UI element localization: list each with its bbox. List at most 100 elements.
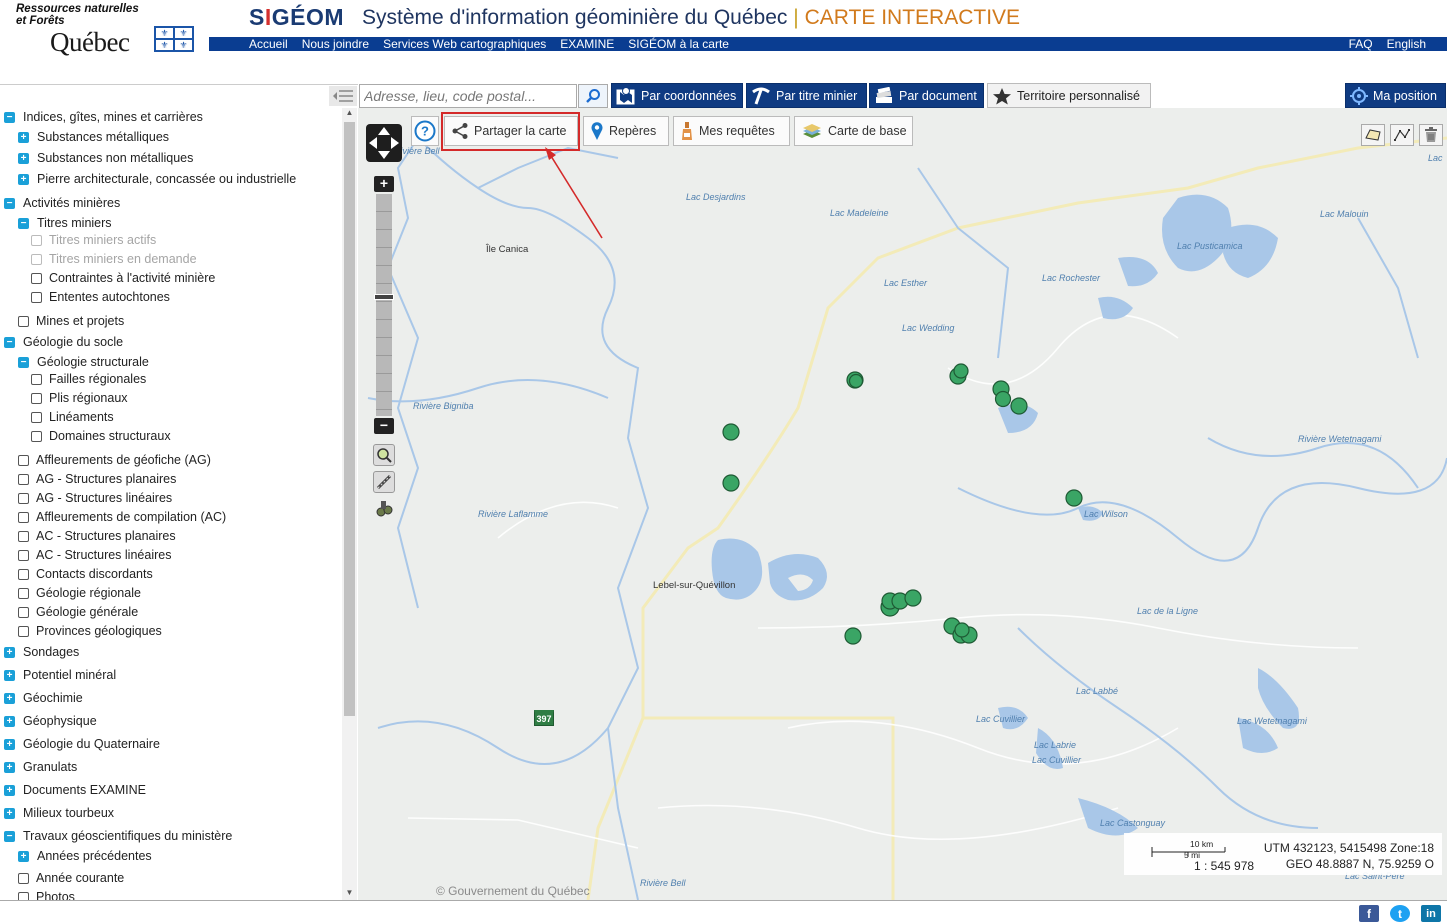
my-queries-button[interactable]: Mes requêtes <box>673 116 790 146</box>
layer-item[interactable]: Linéaments <box>31 408 114 426</box>
layer-checkbox[interactable] <box>18 530 29 542</box>
layer-item[interactable]: Année courante <box>18 869 124 887</box>
layer-item[interactable]: + Géophysique <box>4 712 97 730</box>
delete-drawing-button[interactable] <box>1419 124 1443 146</box>
layer-checkbox[interactable] <box>31 272 42 284</box>
layer-item[interactable]: Provinces géologiques <box>18 622 162 640</box>
nav-accueil[interactable]: Accueil <box>209 37 295 51</box>
collapse-icon[interactable]: − <box>4 336 15 348</box>
layer-item[interactable]: AG - Structures planaires <box>18 470 176 488</box>
layer-item[interactable]: + Années précédentes <box>18 847 152 865</box>
layer-checkbox[interactable] <box>18 549 29 561</box>
layer-item[interactable]: + Géochimie <box>4 689 83 707</box>
layer-item[interactable]: + Pierre architecturale, concassée ou ind… <box>18 170 296 188</box>
basemap-button[interactable]: Carte de base <box>794 116 913 146</box>
nav-nous-joindre[interactable]: Nous joindre <box>295 37 376 51</box>
layer-item[interactable]: − Géologie structurale <box>18 353 149 371</box>
twitter-icon[interactable]: t <box>1390 905 1410 922</box>
linkedin-icon[interactable]: in <box>1421 905 1441 922</box>
collapse-icon[interactable]: − <box>4 111 15 123</box>
layer-checkbox[interactable] <box>31 392 42 404</box>
by-mining-title-button[interactable]: Par titre minier <box>746 83 867 108</box>
layer-item[interactable]: + Substances métalliques <box>18 128 169 146</box>
collapse-icon[interactable]: − <box>18 356 29 368</box>
layer-checkbox[interactable] <box>31 411 42 423</box>
expand-icon[interactable]: + <box>18 850 29 862</box>
layer-item[interactable]: Titres miniers actifs <box>31 231 156 249</box>
layer-checkbox[interactable] <box>18 568 29 580</box>
layer-checkbox[interactable] <box>31 373 42 385</box>
layer-item[interactable]: + Milieux tourbeux <box>4 804 114 822</box>
layer-checkbox[interactable] <box>18 473 29 485</box>
search-button[interactable] <box>578 84 608 108</box>
layer-item[interactable]: + Granulats <box>4 758 77 776</box>
layer-checkbox[interactable] <box>18 891 29 900</box>
layer-checkbox[interactable] <box>31 291 42 303</box>
scroll-thumb[interactable] <box>344 122 355 716</box>
layer-checkbox[interactable] <box>18 315 29 327</box>
layer-item[interactable]: Contacts discordants <box>18 565 153 583</box>
nav-examine[interactable]: EXAMINE <box>553 37 621 51</box>
layer-item[interactable]: Titres miniers en demande <box>31 250 197 268</box>
scroll-up-arrow[interactable]: ▲ <box>342 108 357 120</box>
layer-item[interactable]: AC - Structures linéaires <box>18 546 171 564</box>
nav-services-web[interactable]: Services Web cartographiques <box>376 37 553 51</box>
layer-item[interactable]: + Potentiel minéral <box>4 666 116 684</box>
scroll-down-arrow[interactable]: ▼ <box>342 888 357 900</box>
expand-icon[interactable]: + <box>4 761 15 773</box>
zoom-slider[interactable]: + − <box>374 176 394 434</box>
zoom-track[interactable] <box>376 194 392 416</box>
layer-item[interactable]: + Substances non métalliques <box>18 149 193 167</box>
layer-item[interactable]: Affleurements de compilation (AC) <box>18 508 226 526</box>
collapse-icon[interactable]: − <box>4 197 15 209</box>
layer-item[interactable]: AC - Structures planaires <box>18 527 176 545</box>
pan-control[interactable] <box>366 124 402 162</box>
interactive-map[interactable]: 397 Rivière Bell Lac Desjardins Lac Made… <box>358 108 1447 900</box>
draw-polygon-button[interactable] <box>1361 124 1385 146</box>
help-button[interactable]: ? <box>411 116 439 146</box>
layer-item[interactable]: − Titres miniers <box>18 214 112 232</box>
sigeom-brand[interactable]: SIGÉOM <box>249 4 344 31</box>
layer-item[interactable]: Affleurements de géofiche (AG) <box>18 451 211 469</box>
layer-checkbox[interactable] <box>31 253 42 265</box>
layer-item[interactable]: Failles régionales <box>31 370 146 388</box>
layer-checkbox[interactable] <box>18 606 29 618</box>
collapse-icon[interactable]: − <box>18 217 29 229</box>
expand-icon[interactable]: + <box>4 715 15 727</box>
draw-line-button[interactable] <box>1390 124 1414 146</box>
layer-item[interactable]: Photos <box>18 888 75 900</box>
layer-checkbox[interactable] <box>18 625 29 637</box>
layer-checkbox[interactable] <box>18 587 29 599</box>
zoom-in-button[interactable]: + <box>374 176 394 192</box>
layer-item[interactable]: + Géologie du Quaternaire <box>4 735 160 753</box>
layer-checkbox[interactable] <box>18 511 29 523</box>
custom-territory-button[interactable]: Territoire personnalisé <box>987 83 1151 108</box>
layer-item[interactable]: − Travaux géoscientifiques du ministère <box>4 827 232 845</box>
layer-item[interactable]: Ententes autochtones <box>31 288 170 306</box>
layer-item[interactable]: + Documents EXAMINE <box>4 781 146 799</box>
layer-item[interactable]: Plis régionaux <box>31 389 128 407</box>
expand-icon[interactable]: + <box>4 646 15 658</box>
bookmarks-button[interactable]: Repères <box>583 116 669 146</box>
nav-english[interactable]: English <box>1380 37 1433 51</box>
layer-checkbox[interactable] <box>18 492 29 504</box>
address-search-input[interactable] <box>360 85 576 107</box>
layer-checkbox[interactable] <box>31 430 42 442</box>
collapse-icon[interactable]: − <box>4 830 15 842</box>
layer-item[interactable]: − Indices, gîtes, mines et carrières <box>4 108 203 126</box>
layer-item[interactable]: Contraintes à l'activité minière <box>31 269 215 287</box>
layer-checkbox[interactable] <box>18 454 29 466</box>
expand-icon[interactable]: + <box>4 669 15 681</box>
layer-item[interactable]: − Géologie du socle <box>4 333 123 351</box>
layer-item[interactable]: − Activités minières <box>4 194 120 212</box>
by-coordinates-button[interactable]: Par coordonnées <box>611 83 743 108</box>
identify-tool-button[interactable] <box>373 444 395 466</box>
my-position-button[interactable]: Ma position <box>1345 83 1446 108</box>
measure-tool-button[interactable] <box>373 471 395 493</box>
nav-faq[interactable]: FAQ <box>1342 37 1380 51</box>
layer-item[interactable]: AG - Structures linéaires <box>18 489 172 507</box>
layer-item[interactable]: Domaines structuraux <box>31 427 171 445</box>
expand-icon[interactable]: + <box>4 738 15 750</box>
layer-item[interactable]: Mines et projets <box>18 312 124 330</box>
street-view-tool[interactable] <box>375 498 395 520</box>
